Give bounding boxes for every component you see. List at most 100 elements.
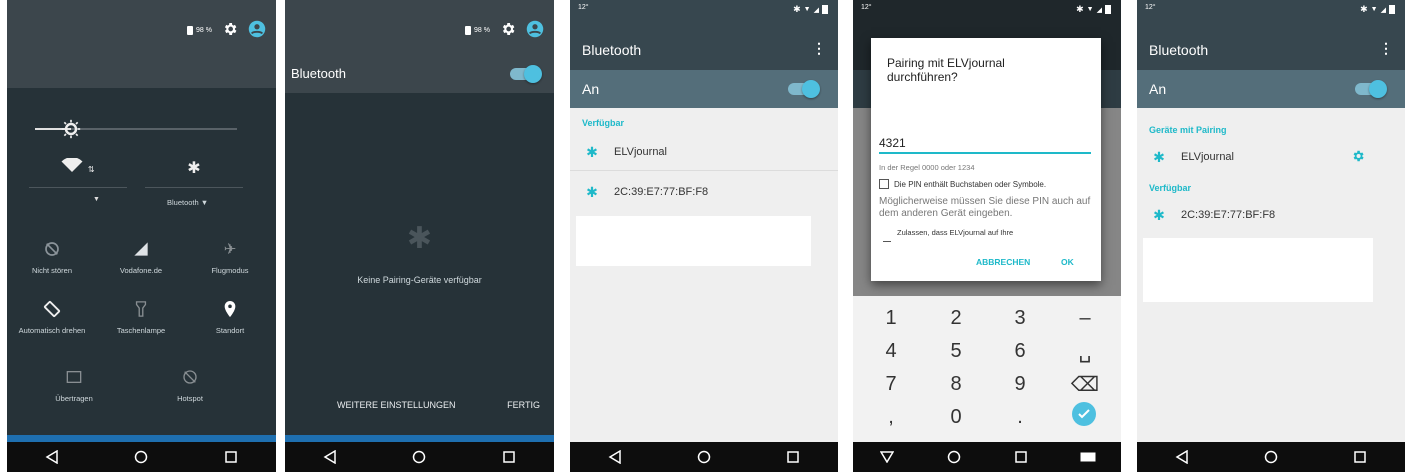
phone-pairing-dialog: 12° ✱ ▼ ◢ Pairing mit ELVjournal durchführ…: [853, 0, 1121, 472]
airplane-icon: ✈: [223, 241, 237, 258]
tile-standort[interactable]: Standort: [185, 298, 275, 335]
empty-card: [576, 216, 811, 266]
app-bar: 12° ✱ ▼ ◢ Bluetooth ⋮: [1137, 0, 1405, 70]
tile-nicht-stoeren[interactable]: Nicht stören: [7, 238, 97, 275]
back-icon[interactable]: [595, 442, 635, 472]
tile-flugmodus[interactable]: ✈ Flugmodus: [185, 238, 275, 275]
wifi-expand-chevron-icon[interactable]: ▼: [93, 196, 100, 203]
tile-vodafone[interactable]: Vodafone.de: [96, 238, 186, 275]
keypad-key[interactable]: .: [988, 399, 1052, 435]
overflow-menu-icon[interactable]: ⋮: [812, 40, 826, 57]
pairing-dialog: Pairing mit ELVjournal durchführen? 4321…: [871, 38, 1101, 281]
signal-status-icon: ◢: [1380, 6, 1386, 14]
more-settings-button[interactable]: WEITERE EINSTELLUNGEN: [337, 400, 456, 410]
recents-icon[interactable]: [489, 442, 529, 472]
pin-input[interactable]: 4321: [879, 134, 1091, 154]
expand-handle[interactable]: [7, 435, 276, 442]
pin-letters-checkbox[interactable]: Die PIN enthält Buchstaben oder Symbole.: [879, 179, 1046, 189]
keypad-key[interactable]: 2: [924, 300, 988, 336]
keypad-key[interactable]: 7: [859, 366, 923, 402]
tile-label: Standort: [215, 326, 245, 335]
bluetooth-tile[interactable]: ✱: [145, 158, 243, 188]
bluetooth-toggle[interactable]: [1355, 80, 1387, 98]
dnd-off-icon: [7, 238, 97, 260]
home-icon[interactable]: [121, 442, 161, 472]
home-icon[interactable]: [684, 442, 724, 472]
allow-checkbox[interactable]: Zulassen, dass ELVjournal auf Ihre: [883, 228, 1013, 242]
home-icon[interactable]: [1251, 442, 1291, 472]
bluetooth-toggle[interactable]: [510, 65, 542, 83]
paired-device-row[interactable]: ✱ ELVjournal: [1137, 137, 1405, 177]
ok-button[interactable]: OK: [1061, 257, 1074, 267]
master-switch-row[interactable]: An: [570, 70, 838, 108]
device-name: ELVjournal: [1181, 151, 1234, 163]
numeric-keypad: 1 2 3– 4 5 6 ␣ 7 8 9 ⌫, 0.: [853, 296, 1121, 442]
keypad-key[interactable]: 0: [924, 399, 988, 435]
section-available: Verfügbar: [1149, 183, 1192, 193]
keypad-key[interactable]: 3: [988, 300, 1052, 336]
tile-taschenlampe[interactable]: Taschenlampe: [96, 298, 186, 335]
wifi-status-icon: ▼: [1370, 6, 1378, 13]
keypad-key[interactable]: 1: [859, 300, 923, 336]
recents-icon[interactable]: [773, 442, 813, 472]
bluetooth-large-icon: ✱: [406, 222, 433, 255]
brightness-slider[interactable]: [35, 119, 237, 139]
back-icon[interactable]: [310, 442, 350, 472]
back-icon[interactable]: [32, 442, 72, 472]
cancel-button[interactable]: ABBRECHEN: [976, 257, 1030, 267]
page-title: Bluetooth: [1149, 42, 1209, 58]
master-switch-row[interactable]: An: [1137, 70, 1405, 108]
user-avatar-icon[interactable]: [526, 20, 544, 40]
keypad-key[interactable]: 8: [924, 366, 988, 402]
collapse-keyboard-icon[interactable]: [867, 442, 907, 472]
bt-status-icon: ✱: [1360, 4, 1368, 14]
bt-panel-body: ✱ Keine Pairing-Geräte verfügbar WEITERE…: [285, 93, 554, 442]
device-row[interactable]: ✱ 2C:39:E7:77:BF:F8: [570, 172, 838, 212]
keypad-key[interactable]: –: [1053, 300, 1117, 336]
recents-icon[interactable]: [1340, 442, 1380, 472]
tile-uebertragen[interactable]: Übertragen: [29, 366, 119, 403]
user-avatar-icon[interactable]: [248, 20, 266, 40]
bt-panel-title: Bluetooth: [291, 66, 346, 81]
empty-card: [1143, 238, 1373, 302]
confirm-check-icon[interactable]: [1072, 402, 1096, 426]
keypad-key[interactable]: 9: [988, 366, 1052, 402]
tile-hotspot[interactable]: Hotspot: [145, 366, 235, 403]
recents-icon[interactable]: [211, 442, 251, 472]
keyboard-icon[interactable]: [1068, 442, 1108, 472]
device-settings-gear-icon[interactable]: [1351, 149, 1365, 166]
dialog-title: Pairing mit ELVjournal durchführen?: [887, 56, 1005, 84]
keypad-key[interactable]: 5: [924, 333, 988, 369]
keypad-key[interactable]: 6: [988, 333, 1052, 369]
bluetooth-toggle[interactable]: [788, 80, 820, 98]
bluetooth-icon: ✱: [1153, 206, 1165, 223]
wifi-tile[interactable]: ⇅: [29, 157, 127, 188]
status-bar: 12° ✱ ▼ ◢: [570, 0, 838, 18]
tile-label: Flugmodus: [211, 266, 249, 275]
bluetooth-tile-label[interactable]: Bluetooth ▼: [167, 198, 208, 207]
home-icon[interactable]: [934, 442, 974, 472]
home-icon[interactable]: [399, 442, 439, 472]
battery-level: 98 %: [196, 26, 212, 34]
keypad-key[interactable]: ␣: [1053, 333, 1117, 369]
keypad-key[interactable]: ,: [859, 399, 923, 435]
tile-auto-drehen[interactable]: Automatisch drehen: [7, 298, 97, 335]
signal-status-icon: ◢: [1096, 6, 1102, 14]
hotspot-icon: [145, 366, 235, 388]
device-name: 2C:39:E7:77:BF:F8: [614, 186, 709, 198]
device-row[interactable]: ✱ ELVjournal: [570, 132, 838, 172]
back-icon[interactable]: [1162, 442, 1202, 472]
tile-label: Taschenlampe: [116, 326, 166, 335]
checkbox-icon: [883, 234, 891, 242]
overflow-menu-icon[interactable]: ⋮: [1379, 40, 1393, 57]
settings-gear-icon[interactable]: [222, 21, 238, 39]
recents-icon[interactable]: [1001, 442, 1041, 472]
keypad-key[interactable]: ⌫: [1053, 366, 1117, 402]
done-button[interactable]: FERTIG: [507, 400, 540, 410]
keypad-key[interactable]: 4: [859, 333, 923, 369]
battery-icon: [465, 25, 472, 35]
device-row[interactable]: ✱ 2C:39:E7:77:BF:F8: [1137, 195, 1405, 235]
settings-gear-icon[interactable]: [500, 21, 516, 39]
brightness-icon: [61, 119, 81, 144]
switch-label: An: [1149, 81, 1167, 97]
